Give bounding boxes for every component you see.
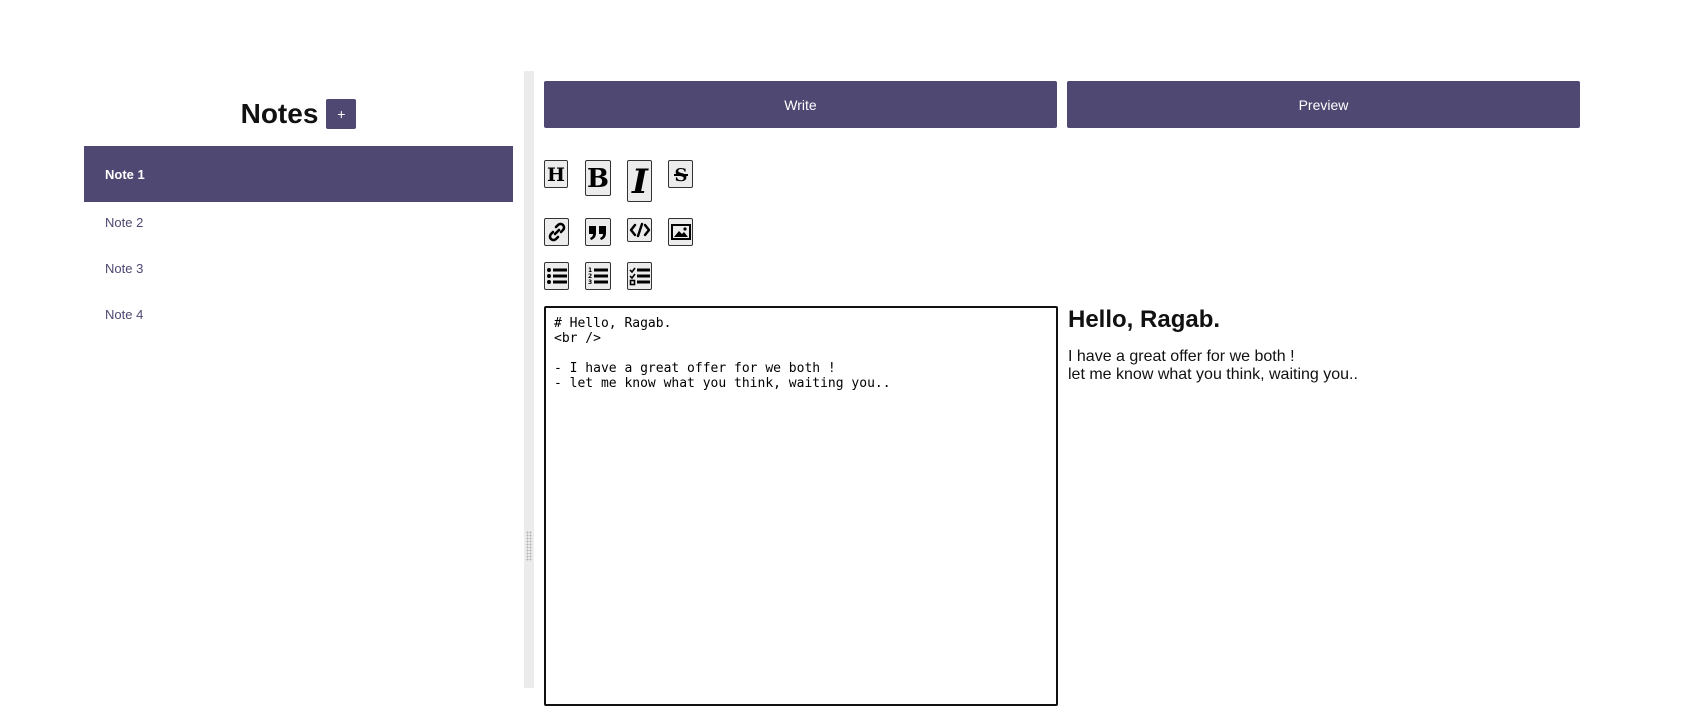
numbered-list-icon[interactable]: 123 <box>585 262 611 290</box>
quote-icon[interactable] <box>585 218 611 246</box>
checklist-icon[interactable] <box>627 262 652 290</box>
sidebar-title: Notes <box>240 98 319 129</box>
code-icon[interactable] <box>627 218 652 242</box>
notes-sidebar: Notes + Note 1 Note 2 Note 3 Note 4 <box>84 82 513 340</box>
note-item-2[interactable]: Note 2 <box>84 197 513 248</box>
link-icon[interactable] <box>544 218 569 246</box>
svg-text:I: I <box>631 163 649 199</box>
image-icon[interactable] <box>668 218 693 246</box>
italic-icon[interactable]: I <box>627 160 652 202</box>
sidebar-header: Notes + <box>84 82 513 146</box>
note-item-3[interactable]: Note 3 <box>84 243 513 294</box>
svg-text:H: H <box>547 164 565 185</box>
splitter-grip[interactable] <box>526 531 532 561</box>
write-tab-button[interactable]: Write <box>544 81 1057 128</box>
preview-tab-button[interactable]: Preview <box>1067 81 1580 128</box>
strikethrough-icon[interactable]: S <box>668 160 693 188</box>
preview-heading: Hello, Ragab. <box>1068 306 1221 333</box>
pane-splitter[interactable] <box>524 71 534 688</box>
bold-icon[interactable]: B <box>585 160 611 196</box>
add-note-button[interactable]: + <box>326 99 357 129</box>
heading-icon[interactable]: H <box>544 160 568 188</box>
preview-line-1: I have a great offer for we both ! <box>1068 348 1295 365</box>
svg-text:3: 3 <box>588 279 592 286</box>
svg-text:B: B <box>587 164 609 193</box>
note-item-4[interactable]: Note 4 <box>84 289 513 340</box>
note-list: Note 1 Note 2 Note 3 Note 4 <box>84 146 513 340</box>
note-item-1[interactable]: Note 1 <box>84 146 513 202</box>
markdown-preview: Hello, Ragab. I have a great offer for w… <box>1068 304 1588 384</box>
preview-line-2: let me know what you think, waiting you.… <box>1068 366 1358 383</box>
markdown-editor[interactable]: # Hello, Ragab. <br /> - I have a great … <box>544 306 1058 706</box>
bulleted-list-icon[interactable] <box>544 262 569 290</box>
